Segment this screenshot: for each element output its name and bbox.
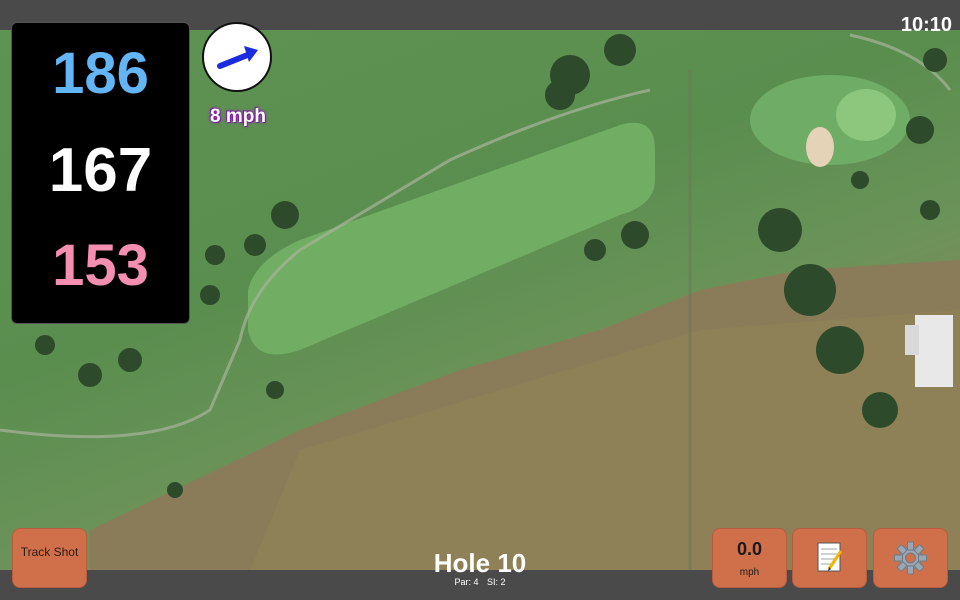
hole-stroke-index: SI: 2 (487, 577, 506, 587)
distance-back: 186 (52, 41, 149, 106)
gear-icon (894, 541, 927, 575)
track-shot-button[interactable]: Track Shot (12, 528, 87, 588)
clubhouse-building (915, 315, 953, 387)
distance-front: 153 (52, 233, 149, 298)
distance-middle: 167 (48, 136, 153, 205)
speed-value: 0.0 (736, 539, 763, 559)
wind-direction-dial (202, 22, 272, 92)
clock-time: 10:10 (900, 14, 952, 36)
wind-arrow-icon (217, 46, 258, 69)
hole-title: Hole 10 (433, 548, 527, 578)
hole-par: Par: 4 (454, 577, 479, 587)
building-annex (905, 325, 919, 355)
wind-speed-label: 8 mph (210, 106, 266, 127)
notepad-icon (817, 542, 843, 572)
distance-panel: 186 167 153 (11, 22, 190, 324)
fairway (248, 122, 655, 355)
settings-button[interactable] (873, 528, 948, 588)
track-shot-label: Track Shot (20, 545, 79, 559)
speed-unit: mph (739, 567, 760, 578)
notes-button[interactable] (792, 528, 867, 588)
bunker (806, 127, 834, 167)
putting-green (836, 89, 896, 141)
hole-info: Par: 4 SI: 2 (380, 577, 580, 587)
speed-button[interactable]: 0.0 mph (712, 528, 787, 588)
